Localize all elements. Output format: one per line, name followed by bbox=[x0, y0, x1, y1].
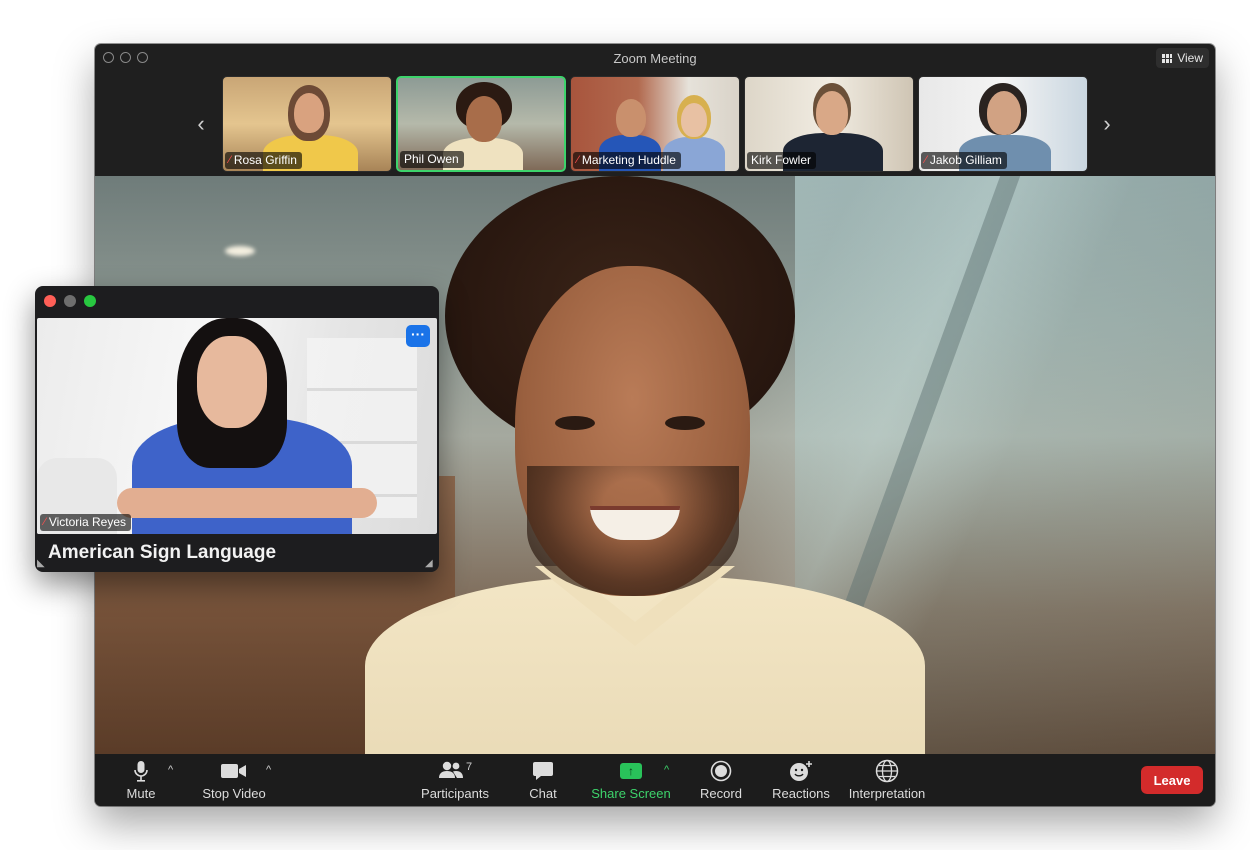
meeting-toolbar: Mute ^ Stop Video ^ 7 Participants Chat bbox=[95, 754, 1215, 806]
chat-bubble-icon bbox=[532, 759, 554, 783]
record-icon bbox=[710, 759, 732, 783]
minimize-window-button[interactable] bbox=[120, 52, 131, 63]
resize-handle-icon[interactable]: ◣ bbox=[37, 558, 49, 570]
mic-off-icon: ⁄ bbox=[577, 154, 579, 166]
grid-view-icon bbox=[1162, 53, 1173, 63]
mic-off-icon: ⁄ bbox=[44, 516, 46, 528]
mute-options-caret[interactable]: ^ bbox=[168, 764, 173, 776]
interpreter-window-controls bbox=[44, 295, 96, 307]
minimize-window-button[interactable] bbox=[64, 295, 76, 307]
microphone-icon bbox=[133, 759, 149, 783]
chat-button[interactable]: Chat bbox=[523, 754, 563, 806]
emoji-plus-icon bbox=[789, 759, 813, 783]
more-icon[interactable]: ··· bbox=[406, 325, 430, 347]
leave-button[interactable]: Leave bbox=[1141, 766, 1203, 794]
participant-tile-active[interactable]: Phil Owen bbox=[396, 76, 566, 172]
participant-tile[interactable]: ⁄ Rosa Griffin bbox=[222, 76, 392, 172]
participant-name-label: ⁄ Marketing Huddle bbox=[573, 152, 681, 169]
title-bar: Zoom Meeting View bbox=[95, 44, 1215, 72]
zoom-window-button[interactable] bbox=[137, 52, 148, 63]
chevron-left-icon[interactable]: ‹ bbox=[191, 110, 211, 138]
record-button[interactable]: Record bbox=[699, 754, 743, 806]
participant-tile[interactable]: ⁄ Jakob Gilliam bbox=[918, 76, 1088, 172]
mic-off-icon: ⁄ bbox=[229, 154, 231, 166]
participant-tile[interactable]: Kirk Fowler bbox=[744, 76, 914, 172]
participant-name-label: Kirk Fowler bbox=[747, 152, 817, 169]
participant-name-label: Phil Owen bbox=[400, 151, 464, 168]
interpreter-video: ··· ⁄ Victoria Reyes bbox=[37, 318, 437, 534]
participants-count: 7 bbox=[465, 761, 473, 773]
participant-name-label: ⁄ Jakob Gilliam bbox=[921, 152, 1007, 169]
interpretation-language-label: American Sign Language bbox=[48, 542, 277, 563]
stop-video-button[interactable]: Stop Video bbox=[199, 754, 269, 806]
close-window-button[interactable] bbox=[44, 295, 56, 307]
close-window-button[interactable] bbox=[103, 52, 114, 63]
view-label: View bbox=[1177, 51, 1203, 65]
reactions-button[interactable]: Reactions bbox=[771, 754, 831, 806]
share-options-caret[interactable]: ^ bbox=[664, 764, 669, 776]
participant-tile[interactable]: ⁄ Marketing Huddle bbox=[570, 76, 740, 172]
filmstrip: ⁄ Rosa Griffin Phil Owen ⁄ Marketing Hud… bbox=[222, 76, 1088, 172]
participants-icon bbox=[438, 761, 464, 782]
mic-off-icon: ⁄ bbox=[925, 154, 927, 166]
participant-name-label: ⁄ Rosa Griffin bbox=[225, 152, 302, 169]
share-screen-icon: ↑ bbox=[620, 763, 642, 779]
video-camera-icon bbox=[221, 759, 247, 783]
view-button[interactable]: View bbox=[1156, 48, 1209, 68]
participants-button[interactable]: 7 Participants bbox=[419, 754, 491, 806]
mute-button[interactable]: Mute bbox=[121, 754, 161, 806]
resize-handle-icon[interactable]: ◢ bbox=[425, 558, 437, 570]
window-title: Zoom Meeting bbox=[613, 50, 697, 66]
video-options-caret[interactable]: ^ bbox=[266, 764, 271, 776]
interpretation-button[interactable]: Interpretation bbox=[847, 754, 927, 806]
globe-icon bbox=[875, 759, 899, 783]
zoom-window-button[interactable] bbox=[84, 295, 96, 307]
window-controls bbox=[103, 52, 148, 63]
share-screen-button[interactable]: ↑ Share Screen bbox=[591, 754, 671, 806]
interpreter-name-label: ⁄ Victoria Reyes bbox=[40, 514, 131, 531]
chevron-right-icon[interactable]: › bbox=[1097, 110, 1117, 138]
interpreter-window[interactable]: ··· ⁄ Victoria Reyes American Sign Langu… bbox=[35, 286, 439, 572]
